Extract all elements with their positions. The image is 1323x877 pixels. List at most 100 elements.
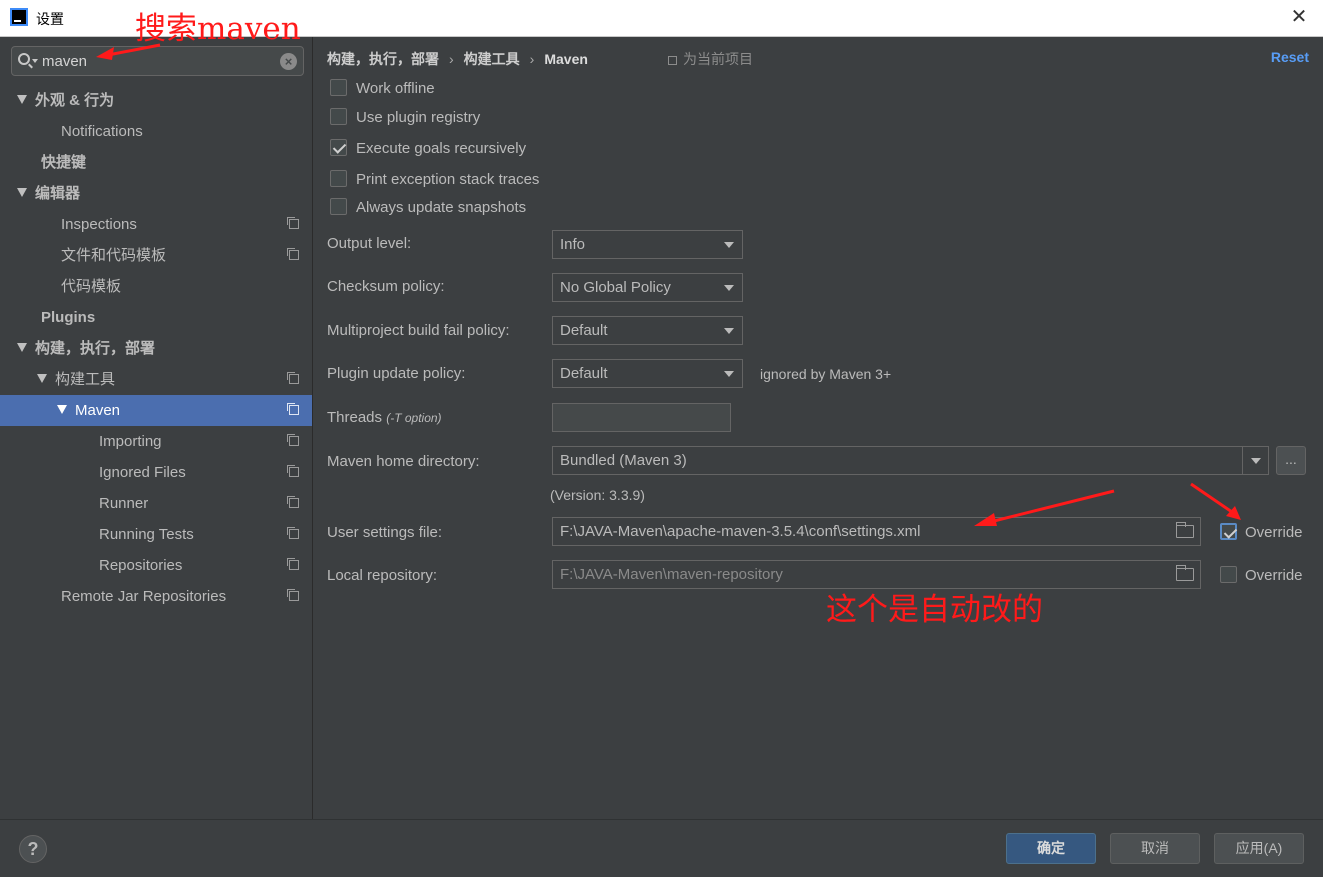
tree-repositories[interactable]: Repositories [0,550,312,581]
work-offline-label: Work offline [356,80,435,97]
output-level-select[interactable]: Info [552,230,743,259]
project-scope-icon [287,217,299,229]
folder-icon[interactable] [1176,565,1194,581]
multiproject-policy-label: Multiproject build fail policy: [327,322,510,339]
expand-arrow-icon[interactable] [17,94,27,104]
tree-item-label: Maven [75,402,121,419]
search-icon[interactable] [18,53,30,65]
cancel-button[interactable]: 取消 [1110,833,1200,864]
user-settings-input[interactable]: F:\JAVA-Maven\apache-maven-3.5.4\conf\se… [552,517,1201,546]
tree-importing[interactable]: Importing [0,426,312,457]
project-scope-icon [668,56,677,65]
breadcrumb-build-tools: 构建工具 [463,51,520,67]
multiproject-policy-select[interactable]: Default [552,316,743,345]
local-repository-label: Local repository: [327,567,438,584]
checksum-policy-label: Checksum policy: [327,278,445,295]
execute-goals-recursively-checkbox[interactable] [330,139,347,156]
tree-editor[interactable]: 编辑器 [0,178,312,209]
use-plugin-registry-checkbox[interactable] [330,108,347,125]
tree-item-label: Runner [99,495,149,512]
expand-arrow-icon[interactable] [17,342,27,352]
use-plugin-registry-option[interactable]: Use plugin registry [330,107,480,129]
tree-running-tests[interactable]: Running Tests [0,519,312,550]
user-settings-override[interactable]: Override [1220,523,1303,541]
user-settings-override-label: Override [1245,524,1303,541]
help-button[interactable]: ? [19,835,47,863]
breadcrumb-build-exec-deploy: 构建，执行，部署 [327,51,439,67]
tree-build-exec-deploy[interactable]: 构建，执行，部署 [0,333,312,364]
tree-item-label: Notifications [61,123,143,140]
ok-button[interactable]: 确定 [1006,833,1096,864]
settings-tree: 外观 & 行为 Notifications 快捷键编辑器 Inspections 文件和… [0,85,312,612]
apply-button[interactable]: 应用(A) [1214,833,1304,864]
maven-home-label: Maven home directory: [327,453,480,470]
tree-item-label: 编辑器 [35,185,81,202]
tree-inspections[interactable]: Inspections [0,209,312,240]
maven-home-combo[interactable]: Bundled (Maven 3) [552,446,1269,475]
tree-file-code-templates[interactable]: 文件和代码模板 [0,240,312,271]
print-exception-stack-traces-option[interactable]: Print exception stack traces [330,169,539,191]
expand-arrow-icon[interactable] [57,404,67,414]
project-scope-icon [287,372,299,384]
dialog-footer: ? 确定 取消 应用(A) [0,819,1323,877]
chevron-down-icon[interactable] [1242,447,1268,474]
threads-label-text: Threads [327,409,383,426]
plugin-update-policy-select[interactable]: Default [552,359,743,388]
tree-runner[interactable]: Runner [0,488,312,519]
tree-notifications[interactable]: Notifications [0,116,312,147]
tree-item-label: Inspections [61,216,137,233]
tree-live-templates[interactable]: 代码模板 [0,271,312,302]
settings-sidebar: × 外观 & 行为 Notifications 快捷键编辑器 Inspections 文… [0,37,313,819]
output-level-label: Output level: [327,235,412,252]
tree-item-label: 代码模板 [61,278,122,295]
local-repository-value: F:\JAVA-Maven\maven-repository [560,566,783,583]
plugin-update-policy-value: Default [560,365,608,382]
user-settings-override-checkbox[interactable] [1220,523,1237,540]
reset-link[interactable]: Reset [1271,49,1309,65]
project-scope-icon [287,527,299,539]
search-input[interactable] [42,51,272,71]
chevron-down-icon [724,328,734,334]
tree-keymap[interactable]: 快捷键 [0,147,312,178]
tree-remote-jar-repos[interactable]: Remote Jar Repositories [0,581,312,612]
tree-item-label: 构建，执行，部署 [35,340,156,357]
user-settings-label: User settings file: [327,524,443,541]
breadcrumb-separator: › [449,51,454,67]
for-current-project-text: 为当前项目 [683,51,753,67]
close-icon[interactable]: ✕ [1289,6,1309,28]
chevron-down-icon [724,371,734,377]
work-offline-checkbox[interactable] [330,79,347,96]
print-exception-stack-traces-checkbox[interactable] [330,170,347,187]
for-current-project-label: 为当前项目 [668,49,753,69]
project-scope-icon [287,248,299,260]
settings-search-box[interactable]: × [11,46,304,76]
checksum-policy-select[interactable]: No Global Policy [552,273,743,302]
threads-input[interactable] [552,403,731,432]
expand-arrow-icon[interactable] [17,187,27,197]
always-update-snapshots-option[interactable]: Always update snapshots [330,197,526,219]
folder-icon[interactable] [1176,522,1194,538]
project-scope-icon [287,589,299,601]
maven-home-browse-button[interactable]: ... [1276,446,1306,475]
local-repository-override[interactable]: Override [1220,566,1303,584]
plugin-update-policy-note: ignored by Maven 3+ [760,366,892,382]
threads-label: Threads (-T option) [327,409,442,426]
tree-build-tools[interactable]: 构建工具 [0,364,312,395]
tree-appearance[interactable]: 外观 & 行为 [0,85,312,116]
plugin-update-policy-label: Plugin update policy: [327,365,466,382]
clear-search-icon[interactable]: × [280,53,297,70]
window-title: 设置 [36,11,64,27]
search-history-dropdown-icon[interactable] [32,59,38,63]
tree-item-label: Running Tests [99,526,194,543]
always-update-snapshots-checkbox[interactable] [330,198,347,215]
tree-item-label: Ignored Files [99,464,186,481]
tree-ignored-files[interactable]: Ignored Files [0,457,312,488]
execute-goals-recursively-option[interactable]: Execute goals recursively [330,138,526,160]
tree-maven[interactable]: Maven [0,395,312,426]
project-scope-icon [287,403,299,415]
work-offline-option[interactable]: Work offline [330,78,435,100]
expand-arrow-icon[interactable] [37,373,47,383]
tree-plugins[interactable]: Plugins [0,302,312,333]
print-exception-stack-traces-label: Print exception stack traces [356,171,540,188]
local-repository-override-checkbox[interactable] [1220,566,1237,583]
